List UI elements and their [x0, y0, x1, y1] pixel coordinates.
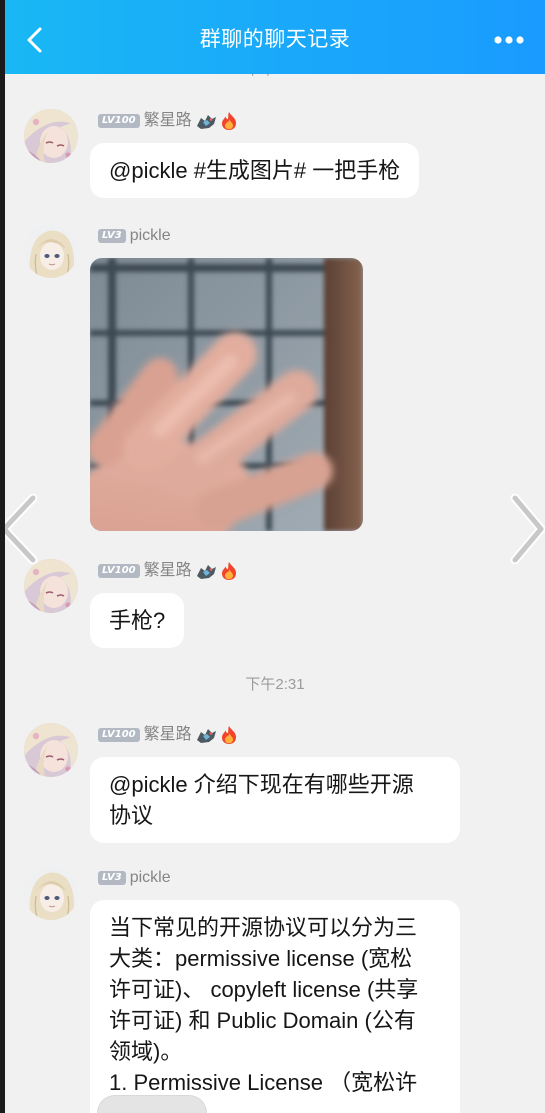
avatar[interactable]: [24, 224, 78, 278]
sender-meta: LV100 繁星路: [98, 561, 238, 581]
message-text-line: 大类：permissive license (宽松: [109, 946, 413, 971]
level-badge: LV100: [98, 564, 140, 578]
sender-meta: LV3 pickle: [98, 226, 171, 246]
level-badge: LV3: [98, 871, 126, 885]
left-edge-strip: [0, 0, 5, 1113]
page-title: 群聊的聊天记录: [199, 28, 351, 51]
more-dots-icon: [494, 36, 524, 44]
sender-name: 繁星路: [143, 726, 192, 743]
header-bar: 群聊的聊天记录: [0, 0, 545, 74]
message-text-line: 协议: [109, 803, 154, 828]
avatar[interactable]: [24, 559, 78, 613]
message-item: LV3 pickle: [0, 224, 545, 531]
avatar[interactable]: [24, 866, 78, 920]
fire-icon: [220, 561, 238, 581]
message-text-line: 手枪?: [109, 608, 166, 633]
level-badge: LV3: [98, 229, 126, 243]
chevron-right-icon: [510, 494, 545, 564]
sender-name: 繁星路: [143, 562, 192, 579]
message-text-line: @pickle 介绍下现在有哪些开源: [109, 772, 414, 797]
message-text-line: 许可证)、 copyleft license (共享: [109, 977, 419, 1002]
fire-icon: [220, 725, 238, 745]
message-text-line: 1. Permissive License （宽松许: [109, 1070, 418, 1095]
message-bubble[interactable]: 当下常见的开源协议可以分为三 大类：permissive license (宽松…: [90, 900, 460, 1113]
fire-icon: [220, 111, 238, 131]
message-bubble[interactable]: @pickle 介绍下现在有哪些开源 协议: [90, 757, 460, 843]
level-badge: LV100: [98, 728, 140, 742]
sender-meta: LV100 繁星路: [98, 111, 238, 131]
sender-meta: LV100 繁星路: [98, 725, 238, 745]
avatar[interactable]: [24, 723, 78, 777]
timestamp: 下午2:31: [245, 676, 305, 693]
message-item: LV100 繁星路 @pickle #生成图片# 一把手枪: [0, 109, 545, 198]
message-item: LV100 繁星路 手枪?: [0, 559, 545, 648]
bottom-floating-element: [97, 1095, 207, 1113]
message-text-line: @pickle #生成图片# 一把手枪: [109, 158, 401, 183]
avatar[interactable]: [24, 109, 78, 163]
image-message[interactable]: [90, 258, 363, 531]
sender-name: 繁星路: [143, 112, 192, 129]
sender-name: pickle: [129, 869, 171, 886]
sender-name: pickle: [129, 227, 171, 244]
message-item: LV3 pickle 当下常见的开源协议可以分为三 大类：permissive …: [0, 866, 545, 1113]
message-text-line: 当下常见的开源协议可以分为三: [109, 915, 418, 940]
next-arrow[interactable]: [510, 494, 545, 564]
dragon-icon: [195, 561, 217, 581]
prev-arrow[interactable]: [0, 494, 38, 564]
message-bubble[interactable]: 手枪?: [90, 593, 185, 648]
message-text-line: 许可证) 和 Public Domain (公有: [109, 1008, 416, 1033]
sender-meta: LV3 pickle: [98, 868, 171, 888]
dragon-icon: [195, 725, 217, 745]
message-text-line: 领域)。: [109, 1039, 183, 1064]
dragon-icon: [195, 111, 217, 131]
chevron-left-icon: [0, 494, 38, 564]
more-button[interactable]: [493, 35, 525, 45]
message-bubble[interactable]: @pickle #生成图片# 一把手枪: [90, 143, 420, 198]
chat-area[interactable]: 下午1:44 LV100 繁星路 @pickle #生成图片# 一把手枪 LV3…: [0, 0, 545, 1113]
message-item: LV100 繁星路 @pickle 介绍下现在有哪些开源 协议: [0, 723, 545, 843]
level-badge: LV100: [98, 114, 140, 128]
